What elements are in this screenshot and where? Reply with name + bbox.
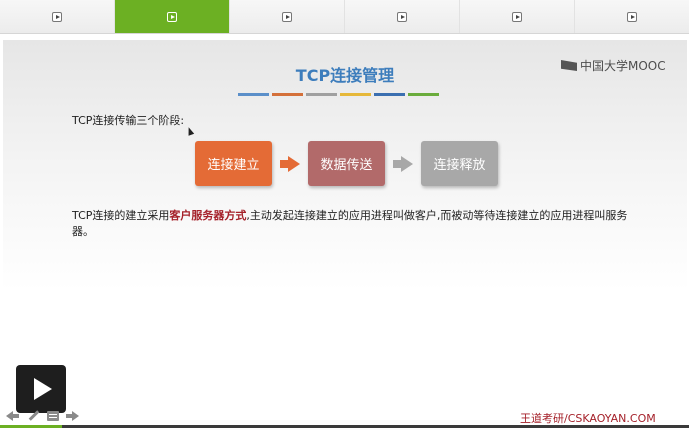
mooc-logo-text: 中国大学MOOC [580, 59, 666, 73]
color-bar [238, 93, 269, 96]
arrow-right-icon [280, 155, 300, 172]
para-highlight: 客户服务器方式 [169, 209, 247, 222]
prev-arrow-icon[interactable] [6, 409, 20, 423]
title-color-bars [238, 93, 442, 96]
play-icon [167, 11, 177, 22]
tab-1[interactable] [0, 0, 115, 33]
para-text-before: TCP连接的建立采用 [72, 209, 170, 222]
play-icon [512, 11, 522, 22]
menu-icon[interactable] [46, 409, 60, 423]
color-bar [374, 93, 405, 96]
mooc-logo-icon [561, 60, 577, 71]
watermark-text: 王道考研/CSKAOYAN.COM [520, 412, 656, 425]
description-paragraph: TCP连接的建立采用客户服务器方式,主动发起连接建立的应用进程叫做客户,而被动等… [72, 208, 632, 240]
tab-4[interactable] [345, 0, 460, 33]
tab-5[interactable] [460, 0, 575, 33]
color-bar [408, 93, 439, 96]
slide-nav-controls [6, 409, 86, 423]
tab-2[interactable] [115, 0, 230, 33]
video-tab-strip [0, 0, 689, 34]
slide: TCP连接管理 中国大学MOOC TCP连接传输三个阶段: 连接建立 数据传送 … [3, 40, 687, 425]
play-icon [627, 11, 637, 22]
pen-icon[interactable] [26, 409, 40, 423]
intro-text: TCP连接传输三个阶段: [72, 114, 185, 127]
play-icon [397, 11, 407, 22]
stage-release: 连接释放 [421, 141, 498, 186]
play-icon [282, 11, 292, 22]
stage-flow: 连接建立 数据传送 连接释放 [195, 141, 498, 186]
color-bar [306, 93, 337, 96]
next-arrow-icon[interactable] [66, 409, 80, 423]
stage-connect: 连接建立 [195, 141, 272, 186]
tab-6[interactable] [575, 0, 689, 33]
stage-transfer: 数据传送 [308, 141, 385, 186]
play-icon [52, 11, 62, 22]
play-button[interactable] [16, 365, 66, 413]
mooc-logo: 中国大学MOOC [561, 57, 666, 74]
color-bar [340, 93, 371, 96]
arrow-right-icon [393, 155, 413, 172]
tab-3[interactable] [230, 0, 345, 33]
color-bar [272, 93, 303, 96]
